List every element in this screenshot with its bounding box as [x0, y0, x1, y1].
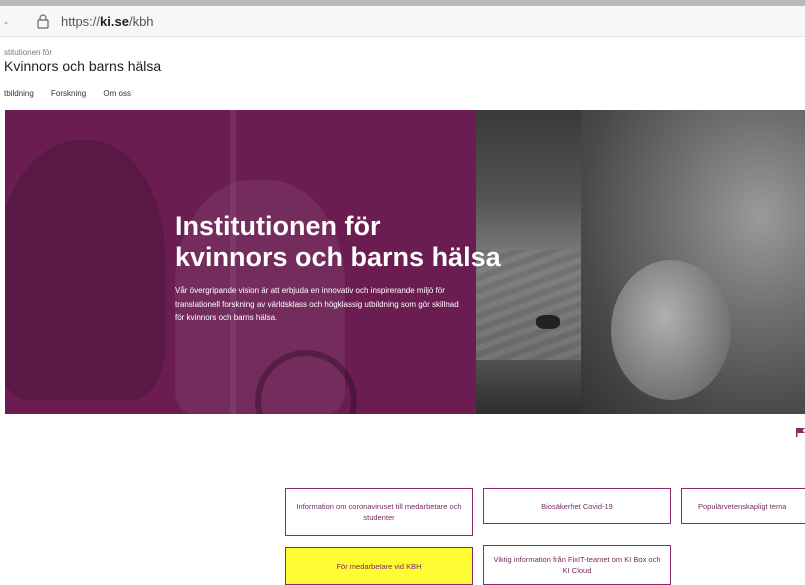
lock-icon	[37, 14, 49, 29]
main-nav: tbildning Forskning Om oss	[4, 89, 146, 98]
nav-item-forskning[interactable]: Forskning	[51, 89, 86, 98]
link-card-corona[interactable]: Information om coronaviruset till medarb…	[285, 488, 473, 536]
hero-description: Vår övergripande vision är att erbjuda e…	[175, 286, 459, 322]
hero-figure-shape	[5, 140, 165, 400]
link-card-biosakerhet[interactable]: Biosäkerhet Covid-19	[483, 488, 671, 524]
hero-title: Institutionen för kvinnors och barns häl…	[175, 211, 501, 273]
url-prefix: https://	[61, 14, 101, 29]
url-text[interactable]: https://ki.se/kbh	[61, 14, 154, 29]
nav-item-utbildning[interactable]: tbildning	[4, 89, 34, 98]
link-card-medarbetare[interactable]: För medarbetare vid KBH	[285, 547, 473, 585]
hero-object-shape	[536, 315, 560, 329]
hero-photo-right	[581, 110, 805, 414]
address-bar-dash: -	[4, 15, 8, 29]
link-card-fixit[interactable]: Viktig information från FixIT-teamet om …	[483, 545, 671, 585]
nav-item-om-oss[interactable]: Om oss	[103, 89, 131, 98]
address-bar[interactable]: - https://ki.se/kbh	[0, 6, 805, 37]
hero-face-shape	[611, 260, 731, 400]
hero-title-line-1: Institutionen för	[175, 211, 381, 241]
url-domain: ki.se	[100, 14, 129, 29]
department-name[interactable]: Kvinnors och barns hälsa	[4, 58, 161, 74]
department-subtitle: stitutionen för	[4, 48, 53, 57]
link-card-popularvetenskap[interactable]: Populärvetenskapligt tema	[681, 488, 805, 524]
url-path: /kbh	[128, 14, 154, 29]
hero-title-line-2: kvinnors och barns hälsa	[175, 242, 501, 272]
hero-banner: Institutionen för kvinnors och barns häl…	[5, 110, 805, 414]
flag-icon[interactable]	[796, 428, 805, 437]
